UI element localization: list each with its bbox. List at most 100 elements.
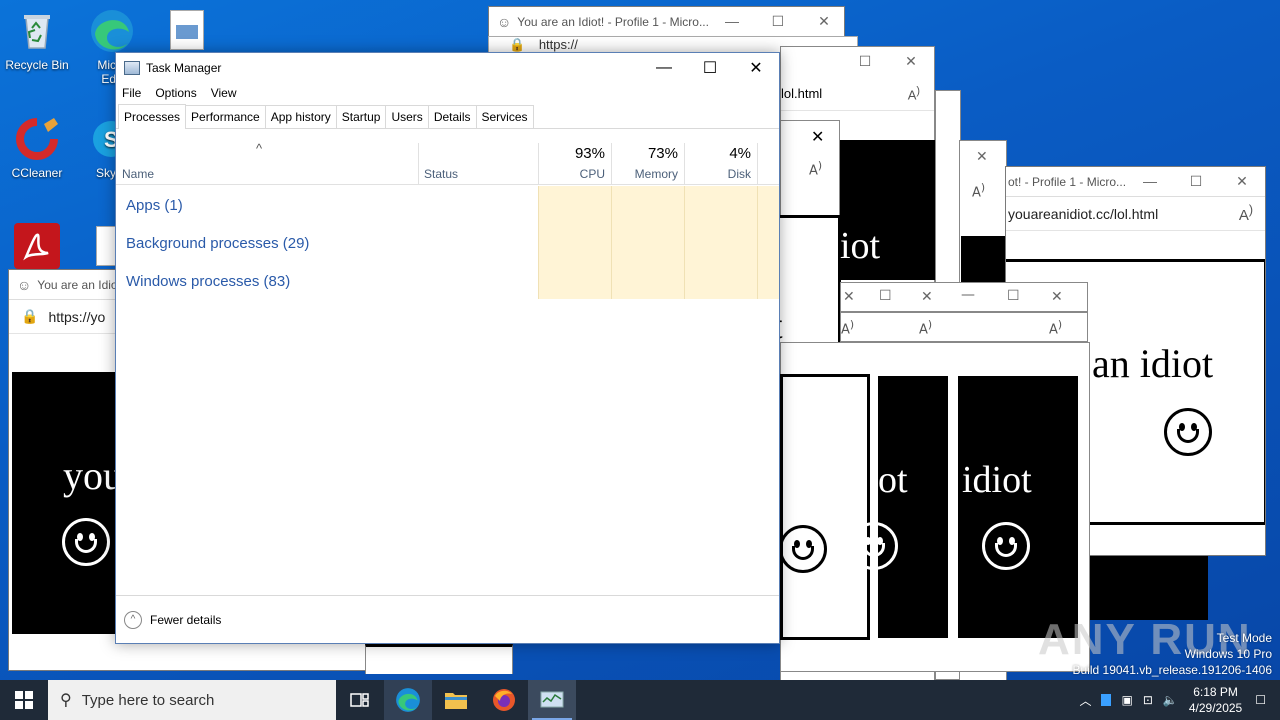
process-group-list: Apps (1) Background processes (29) Windo… (116, 186, 779, 300)
tab-details[interactable]: Details (427, 105, 477, 128)
close-icon[interactable]: ✕ (843, 289, 855, 305)
address-bar[interactable]: youareanidiot.cc/lol.html A) (1006, 197, 1265, 231)
close-icon[interactable]: ✕ (801, 13, 844, 30)
maximize-icon[interactable]: ☐ (1007, 288, 1020, 304)
column-disk[interactable]: 4% Disk (684, 143, 757, 185)
clock-date: 4/29/2025 (1188, 701, 1243, 715)
column-status-label: Status (424, 167, 459, 181)
chevron-up-icon[interactable]: ︿ (1079, 692, 1091, 709)
group-row-apps[interactable]: Apps (1) (116, 186, 779, 224)
address-text: lol.html (781, 86, 823, 101)
read-aloud-icon[interactable]: A) (809, 159, 822, 178)
column-memory[interactable]: 73% Memory (611, 143, 684, 185)
close-icon[interactable]: ✕ (976, 149, 988, 165)
column-cpu[interactable]: 93% CPU (538, 143, 611, 185)
network-icon[interactable]: ⊡ (1143, 693, 1153, 707)
maximize-icon[interactable]: ☐ (879, 288, 892, 304)
menu-options[interactable]: Options (155, 86, 196, 100)
browser-window-bottom (365, 644, 513, 674)
close-icon[interactable]: ✕ (733, 53, 779, 83)
sort-up-icon: ^ (256, 141, 263, 156)
close-icon[interactable]: ✕ (1051, 289, 1063, 305)
minimize-icon[interactable]: — (709, 13, 755, 30)
edge-icon (396, 688, 420, 712)
disk-percent: 4% (729, 145, 751, 162)
desktop-icon-label: CCleaner (11, 166, 63, 180)
taskbar-task-manager[interactable] (528, 680, 576, 720)
idiot-panel-black: ot (850, 376, 948, 638)
fewer-details-link[interactable]: Fewer details (150, 613, 221, 627)
desktop-icon-ccleaner[interactable]: CCleaner (1, 116, 73, 180)
group-row-windows[interactable]: Windows processes (83) (116, 262, 779, 300)
close-icon[interactable]: ✕ (1219, 173, 1265, 190)
desktop: Recycle Bin Micro Edg CCleaner S Sky ☺ Y… (0, 0, 1280, 680)
network-status-icon[interactable] (1101, 694, 1112, 706)
read-aloud-icon[interactable]: A) (919, 318, 932, 337)
battery-icon[interactable]: ▣ (1121, 693, 1132, 707)
clock[interactable]: 6:18 PM 4/29/2025 (1189, 684, 1242, 716)
tab-startup[interactable]: Startup (335, 105, 387, 128)
start-button[interactable] (0, 680, 48, 720)
taskbar-file-explorer[interactable] (432, 680, 480, 720)
desktop-icon-recycle-bin[interactable]: Recycle Bin (1, 8, 73, 72)
chevron-up-icon[interactable]: ^ (124, 610, 142, 629)
tab-services[interactable]: Services (475, 105, 534, 128)
column-name[interactable]: ^ Name (116, 141, 418, 185)
read-aloud-icon[interactable]: A) (1239, 203, 1253, 224)
task-view-button[interactable] (336, 680, 384, 720)
menu-bar: File Options View (116, 83, 779, 103)
taskbar-edge[interactable] (384, 680, 432, 720)
smiley-favicon-icon: ☺ (17, 276, 32, 293)
smiley-icon (982, 522, 1030, 570)
tab-app-history[interactable]: App history (264, 105, 337, 128)
taskbar-firefox[interactable] (480, 680, 528, 720)
browser-titlebar: ot! - Profile 1 - Micro... — ☐ ✕ (1006, 167, 1265, 197)
group-row-background[interactable]: Background processes (29) (116, 224, 779, 262)
column-status[interactable]: Status (418, 143, 538, 185)
maximize-icon[interactable]: ☐ (755, 13, 801, 30)
cpu-percent: 93% (574, 145, 605, 162)
close-icon[interactable]: ✕ (888, 54, 934, 70)
menu-view[interactable]: View (211, 86, 237, 100)
maximize-icon[interactable]: ☐ (687, 53, 733, 83)
task-manager-titlebar[interactable]: Task Manager — ☐ ✕ (116, 53, 779, 83)
watermark-line: Build 19041.vb_release.191206-1406 (1072, 663, 1273, 677)
acrobat-icon[interactable] (14, 223, 60, 269)
maximize-icon[interactable]: ☐ (842, 54, 888, 70)
search-icon: ⚲ (60, 692, 72, 709)
desktop-icon-label: Sky (95, 166, 116, 180)
task-manager-window[interactable]: Task Manager — ☐ ✕ File Options View Pro… (115, 52, 780, 644)
minimize-icon[interactable]: — (1127, 173, 1173, 190)
tab-performance[interactable]: Performance (185, 105, 266, 128)
tab-processes[interactable]: Processes (118, 104, 187, 129)
read-aloud-icon[interactable]: A) (972, 181, 985, 200)
read-aloud-icon[interactable]: A) (1049, 318, 1062, 337)
folder-icon (445, 693, 467, 709)
volume-icon[interactable]: 🔈 (1163, 693, 1178, 707)
file-icon[interactable] (170, 10, 204, 50)
browser-titlebar: ☺ You are an Idiot! - Profile 1 - Micro.… (489, 7, 844, 37)
task-manager-app-icon (124, 61, 140, 75)
close-icon[interactable]: ✕ (811, 127, 824, 146)
lock-icon: 🔒 (21, 308, 39, 324)
close-icon[interactable]: ✕ (921, 289, 933, 305)
browser-titlebars-lower[interactable]: ✕ ☐ ✕ — ☐ ✕ (840, 282, 1088, 312)
minimize-icon[interactable]: — (641, 53, 687, 83)
address-text: https:// (538, 37, 578, 52)
file-icon-2[interactable] (96, 226, 116, 266)
menu-file[interactable]: File (122, 86, 141, 100)
read-aloud-icon[interactable]: A) (908, 85, 920, 102)
read-aloud-icon[interactable]: A) (841, 318, 854, 337)
maximize-icon[interactable]: ☐ (1173, 173, 1219, 190)
tab-users[interactable]: Users (385, 105, 429, 128)
idiot-panel-black: idiot (958, 376, 1078, 638)
taskbar-search-box[interactable]: ⚲ Type here to search (48, 680, 336, 720)
window-title: Task Manager (146, 61, 222, 75)
minimize-icon[interactable]: — (961, 287, 975, 303)
desktop-icon-skype[interactable]: S Sky (76, 116, 116, 180)
group-label: Background processes (29) (126, 234, 310, 252)
system-tray: ︿ ▣ ⊡ 🔈 6:18 PM 4/29/2025 ☐ (1074, 680, 1280, 720)
browser-addressbars-lower[interactable]: A) A) A) (840, 312, 1088, 342)
firefox-icon (493, 689, 515, 711)
notifications-icon[interactable]: ☐ (1255, 693, 1266, 707)
